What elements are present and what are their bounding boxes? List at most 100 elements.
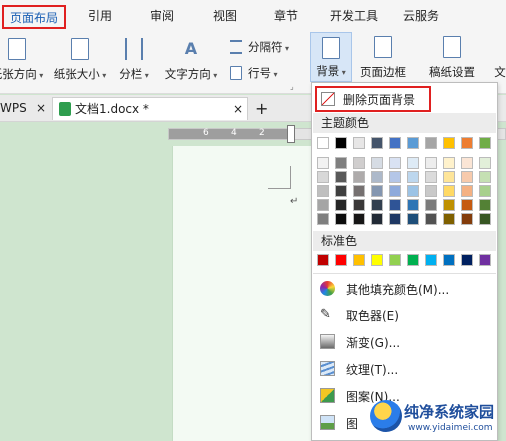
color-swatch[interactable]	[317, 157, 329, 169]
tab-references[interactable]: 引用	[80, 5, 120, 29]
close-icon[interactable]: ×	[233, 98, 243, 121]
color-swatch[interactable]	[317, 199, 329, 211]
color-swatch[interactable]	[479, 213, 491, 225]
color-swatch[interactable]	[443, 199, 455, 211]
standard-color-swatch[interactable]	[443, 254, 455, 266]
tab-wps[interactable]: WPS ×	[0, 97, 50, 120]
color-swatch[interactable]	[335, 137, 347, 149]
color-swatch[interactable]	[335, 171, 347, 183]
indent-marker-icon[interactable]	[287, 125, 295, 143]
color-swatch[interactable]	[371, 213, 383, 225]
color-swatch[interactable]	[479, 171, 491, 183]
color-swatch[interactable]	[461, 171, 473, 183]
close-icon[interactable]: ×	[36, 97, 46, 120]
color-swatch[interactable]	[461, 137, 473, 149]
color-swatch[interactable]	[425, 171, 437, 183]
standard-color-swatch[interactable]	[335, 254, 347, 266]
tab-document[interactable]: 文档1.docx * ×	[52, 97, 248, 120]
color-swatch[interactable]	[479, 137, 491, 149]
color-swatch[interactable]	[443, 157, 455, 169]
color-swatch[interactable]	[461, 157, 473, 169]
color-swatch[interactable]	[389, 171, 401, 183]
document-page[interactable]	[172, 146, 312, 441]
color-swatch[interactable]	[389, 157, 401, 169]
orientation-button[interactable]: 纸张方向 ▾	[0, 36, 46, 88]
color-swatch[interactable]	[461, 185, 473, 197]
tab-developer[interactable]: 开发工具	[322, 5, 386, 29]
background-button[interactable]: 背景 ▾	[310, 32, 352, 82]
color-swatch[interactable]	[317, 213, 329, 225]
dialog-launcher-icon[interactable]: ⌟	[290, 82, 294, 91]
color-swatch[interactable]	[425, 213, 437, 225]
tab-review[interactable]: 审阅	[142, 5, 182, 29]
tab-chapter[interactable]: 章节	[266, 5, 306, 29]
color-swatch[interactable]	[443, 185, 455, 197]
tab-page-layout[interactable]: 页面布局	[2, 5, 66, 29]
color-swatch[interactable]	[461, 213, 473, 225]
color-swatch[interactable]	[353, 185, 365, 197]
color-swatch[interactable]	[371, 157, 383, 169]
tab-view[interactable]: 视图	[205, 5, 245, 29]
standard-color-swatch[interactable]	[461, 254, 473, 266]
color-swatch[interactable]	[407, 137, 419, 149]
color-swatch[interactable]	[407, 171, 419, 183]
color-swatch[interactable]	[371, 199, 383, 211]
gradient-item[interactable]: 渐变(G)...	[312, 329, 497, 355]
paper-size-button[interactable]: 纸张大小 ▾	[50, 36, 110, 88]
more-fill-colors-item[interactable]: 其他填充颜色(M)...	[312, 276, 497, 302]
color-swatch[interactable]	[461, 199, 473, 211]
color-swatch[interactable]	[407, 185, 419, 197]
tab-cloud[interactable]: 云服务	[396, 5, 446, 29]
color-swatch[interactable]	[479, 185, 491, 197]
standard-color-swatch[interactable]	[389, 254, 401, 266]
color-swatch[interactable]	[425, 199, 437, 211]
color-swatch[interactable]	[353, 213, 365, 225]
color-swatch[interactable]	[407, 199, 419, 211]
color-swatch[interactable]	[407, 157, 419, 169]
page-border-button[interactable]: 页面边框	[356, 34, 410, 86]
columns-button[interactable]: 分栏 ▾	[116, 36, 152, 88]
color-swatch[interactable]	[443, 171, 455, 183]
standard-color-swatch[interactable]	[317, 254, 329, 266]
remove-background-item[interactable]: 删除页面背景	[315, 86, 431, 112]
color-swatch[interactable]	[425, 137, 437, 149]
color-swatch[interactable]	[389, 213, 401, 225]
paper-settings-button[interactable]: 稿纸设置	[424, 34, 480, 86]
line-number-button[interactable]: 行号 ▾	[230, 62, 290, 84]
color-swatch[interactable]	[479, 157, 491, 169]
color-swatch[interactable]	[335, 199, 347, 211]
standard-color-swatch[interactable]	[371, 254, 383, 266]
color-swatch[interactable]	[389, 137, 401, 149]
color-swatch[interactable]	[425, 157, 437, 169]
color-swatch[interactable]	[317, 171, 329, 183]
standard-color-swatch[interactable]	[479, 254, 491, 266]
color-swatch[interactable]	[353, 171, 365, 183]
color-swatch[interactable]	[317, 137, 329, 149]
color-swatch[interactable]	[335, 157, 347, 169]
color-swatch[interactable]	[479, 199, 491, 211]
color-swatch[interactable]	[335, 185, 347, 197]
color-swatch[interactable]	[371, 185, 383, 197]
color-swatch[interactable]	[443, 137, 455, 149]
color-swatch[interactable]	[353, 199, 365, 211]
color-swatch[interactable]	[425, 185, 437, 197]
separator-button[interactable]: 分隔符 ▾	[230, 36, 304, 58]
standard-color-swatch[interactable]	[425, 254, 437, 266]
color-swatch[interactable]	[335, 213, 347, 225]
color-swatch[interactable]	[407, 213, 419, 225]
texture-item[interactable]: 纹理(T)...	[312, 356, 497, 382]
color-swatch[interactable]	[371, 171, 383, 183]
text-direction-button[interactable]: A 文字方向 ▾	[160, 36, 222, 88]
color-swatch[interactable]	[371, 137, 383, 149]
color-swatch[interactable]	[353, 137, 365, 149]
add-tab-button[interactable]: +	[255, 97, 271, 120]
eyedropper-item[interactable]: ✎ 取色器(E)	[312, 302, 497, 328]
color-swatch[interactable]	[443, 213, 455, 225]
color-swatch[interactable]	[317, 185, 329, 197]
standard-color-swatch[interactable]	[353, 254, 365, 266]
color-swatch[interactable]	[353, 157, 365, 169]
more-button[interactable]: 文	[490, 34, 506, 86]
color-swatch[interactable]	[389, 185, 401, 197]
color-swatch[interactable]	[389, 199, 401, 211]
standard-color-swatch[interactable]	[407, 254, 419, 266]
